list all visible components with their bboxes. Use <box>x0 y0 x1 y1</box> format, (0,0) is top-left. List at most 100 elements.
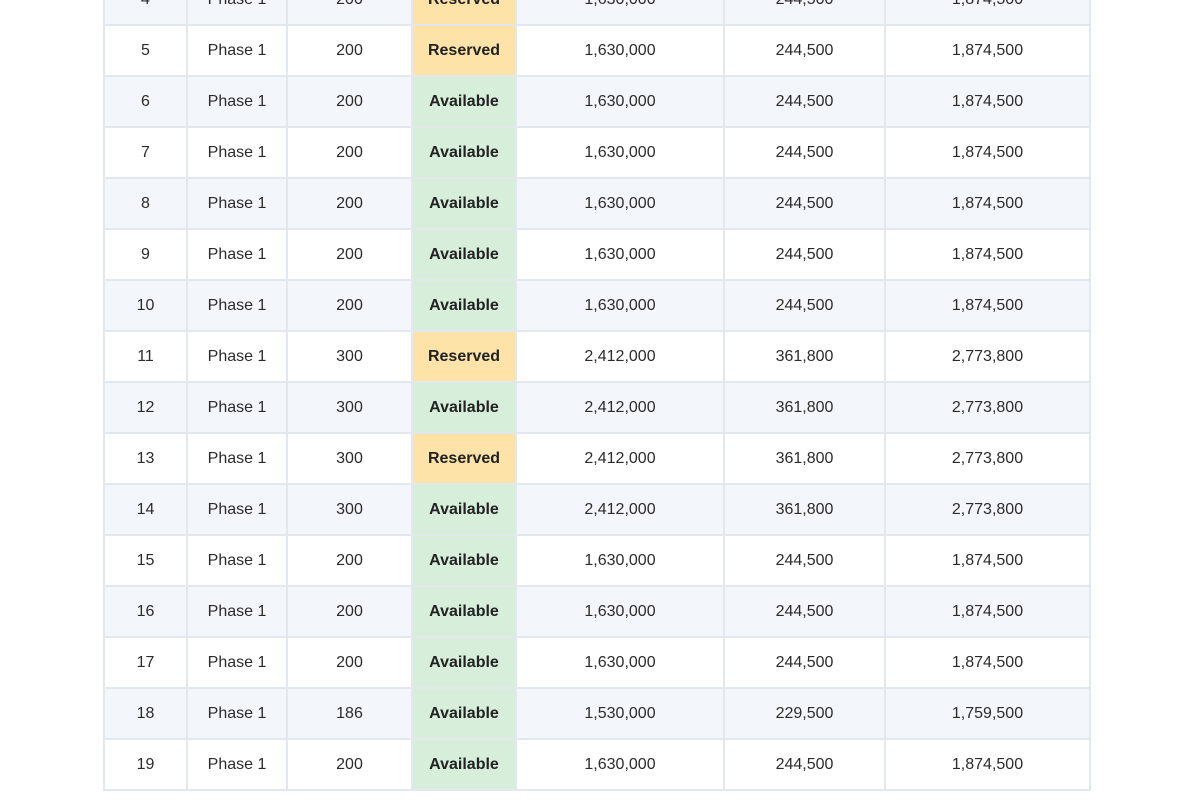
total-cell: 1,759,500 <box>884 687 1091 740</box>
table-row: 13 Phase 1 300 Reserved 2,412,000 361,800 2,77… <box>103 432 1091 485</box>
phase-cell: Phase 1 <box>186 0 288 26</box>
unit-number-cell: 18 <box>103 687 188 740</box>
phase-cell: Phase 1 <box>186 126 288 179</box>
vat-cell: 244,500 <box>723 534 886 587</box>
total-cell: 1,874,500 <box>884 738 1091 791</box>
price-cell: 1,630,000 <box>515 126 725 179</box>
price-cell: 1,630,000 <box>515 75 725 128</box>
unit-number-cell: 9 <box>103 228 188 281</box>
vat-cell: 244,500 <box>723 75 886 128</box>
size-cell: 200 <box>286 228 413 281</box>
vat-cell: 244,500 <box>723 126 886 179</box>
vat-cell: 361,800 <box>723 381 886 434</box>
status-cell: Available <box>411 228 517 281</box>
unit-number-cell: 12 <box>103 381 188 434</box>
unit-number-cell: 8 <box>103 177 188 230</box>
price-cell: 1,630,000 <box>515 24 725 77</box>
status-cell: Available <box>411 126 517 179</box>
unit-number-cell: 11 <box>103 330 188 383</box>
page: 4Phase 1200Reserved1,630,000244,5001,874… <box>0 0 1200 800</box>
total-cell: 2,773,800 <box>884 432 1091 485</box>
units-table: 4Phase 1200Reserved1,630,000244,5001,874… <box>103 0 1091 791</box>
unit-number-cell: 15 <box>103 534 188 587</box>
table-row: 14 Phase 1 300 Available 2,412,000 361,800 2,7… <box>103 483 1091 536</box>
size-cell: 186 <box>286 687 413 740</box>
phase-cell: Phase 1 <box>186 636 288 689</box>
total-cell: 1,874,500 <box>884 75 1091 128</box>
status-cell: Available <box>411 381 517 434</box>
unit-number-cell: 14 <box>103 483 188 536</box>
total-cell: 2,773,800 <box>884 483 1091 536</box>
price-cell: 1,630,000 <box>515 585 725 638</box>
vat-cell: 229,500 <box>723 687 886 740</box>
phase-cell: Phase 1 <box>186 381 288 434</box>
total-cell: 2,773,800 <box>884 381 1091 434</box>
table-row: 16 Phase 1 200 Available 1,630,000 244,500 1,8… <box>103 585 1091 638</box>
phase-cell: Phase 1 <box>186 330 288 383</box>
vat-cell: 244,500 <box>723 738 886 791</box>
price-cell: 1,630,000 <box>515 0 725 26</box>
phase-cell: Phase 1 <box>186 534 288 587</box>
table-row: 10 Phase 1 200 Available 1,630,000 244,500 1,8… <box>103 279 1091 332</box>
price-cell: 2,412,000 <box>515 483 725 536</box>
table-row: 5 Phase 1 200 Reserved 1,630,000 244,500 1,874… <box>103 24 1091 77</box>
size-cell: 300 <box>286 330 413 383</box>
phase-cell: Phase 1 <box>186 24 288 77</box>
vat-cell: 361,800 <box>723 330 886 383</box>
size-cell: 200 <box>286 534 413 587</box>
size-cell: 300 <box>286 483 413 536</box>
total-cell: 1,874,500 <box>884 636 1091 689</box>
status-cell: Available <box>411 738 517 791</box>
vat-cell: 244,500 <box>723 228 886 281</box>
total-cell: 1,874,500 <box>884 228 1091 281</box>
unit-number-cell: 5 <box>103 24 188 77</box>
table-row: 12 Phase 1 300 Available 2,412,000 361,800 2,7… <box>103 381 1091 434</box>
size-cell: 200 <box>286 279 413 332</box>
price-cell: 1,630,000 <box>515 279 725 332</box>
total-cell: 1,874,500 <box>884 0 1091 26</box>
phase-cell: Phase 1 <box>186 75 288 128</box>
price-cell: 2,412,000 <box>515 381 725 434</box>
table-row: 15 Phase 1 200 Available 1,630,000 244,500 1,8… <box>103 534 1091 587</box>
vat-cell: 244,500 <box>723 585 886 638</box>
price-cell: 1,630,000 <box>515 534 725 587</box>
vat-cell: 361,800 <box>723 432 886 485</box>
size-cell: 200 <box>286 126 413 179</box>
status-cell: Reserved <box>411 0 517 26</box>
status-cell: Reserved <box>411 432 517 485</box>
phase-cell: Phase 1 <box>186 483 288 536</box>
price-cell: 1,630,000 <box>515 738 725 791</box>
unit-number-cell: 10 <box>103 279 188 332</box>
size-cell: 200 <box>286 75 413 128</box>
unit-number-cell: 7 <box>103 126 188 179</box>
unit-number-cell: 19 <box>103 738 188 791</box>
status-cell: Available <box>411 483 517 536</box>
vat-cell: 244,500 <box>723 177 886 230</box>
table-row: 9 Phase 1 200 Available 1,630,000 244,500 1,87… <box>103 228 1091 281</box>
phase-cell: Phase 1 <box>186 279 288 332</box>
price-cell: 1,630,000 <box>515 177 725 230</box>
phase-cell: Phase 1 <box>186 738 288 791</box>
phase-cell: Phase 1 <box>186 432 288 485</box>
table-row: 4Phase 1200Reserved1,630,000244,5001,874… <box>103 0 1091 26</box>
total-cell: 1,874,500 <box>884 24 1091 77</box>
status-cell: Available <box>411 177 517 230</box>
unit-number-cell: 13 <box>103 432 188 485</box>
price-cell: 2,412,000 <box>515 330 725 383</box>
phase-cell: Phase 1 <box>186 585 288 638</box>
status-cell: Available <box>411 636 517 689</box>
phase-cell: Phase 1 <box>186 687 288 740</box>
status-cell: Available <box>411 75 517 128</box>
total-cell: 1,874,500 <box>884 177 1091 230</box>
unit-number-cell: 6 <box>103 75 188 128</box>
table-row: 8 Phase 1 200 Available 1,630,000 244,500 1,87… <box>103 177 1091 230</box>
units-table-body: 4Phase 1200Reserved1,630,000244,5001,874… <box>103 0 1091 791</box>
price-cell: 1,530,000 <box>515 687 725 740</box>
unit-number-cell: 17 <box>103 636 188 689</box>
phase-cell: Phase 1 <box>186 177 288 230</box>
size-cell: 200 <box>286 636 413 689</box>
table-row: 11 Phase 1 300 Reserved 2,412,000 361,800 2,77… <box>103 330 1091 383</box>
table-row: 19 Phase 1 200 Available 1,630,000 244,500 1,8… <box>103 738 1091 791</box>
price-cell: 1,630,000 <box>515 228 725 281</box>
vat-cell: 244,500 <box>723 24 886 77</box>
